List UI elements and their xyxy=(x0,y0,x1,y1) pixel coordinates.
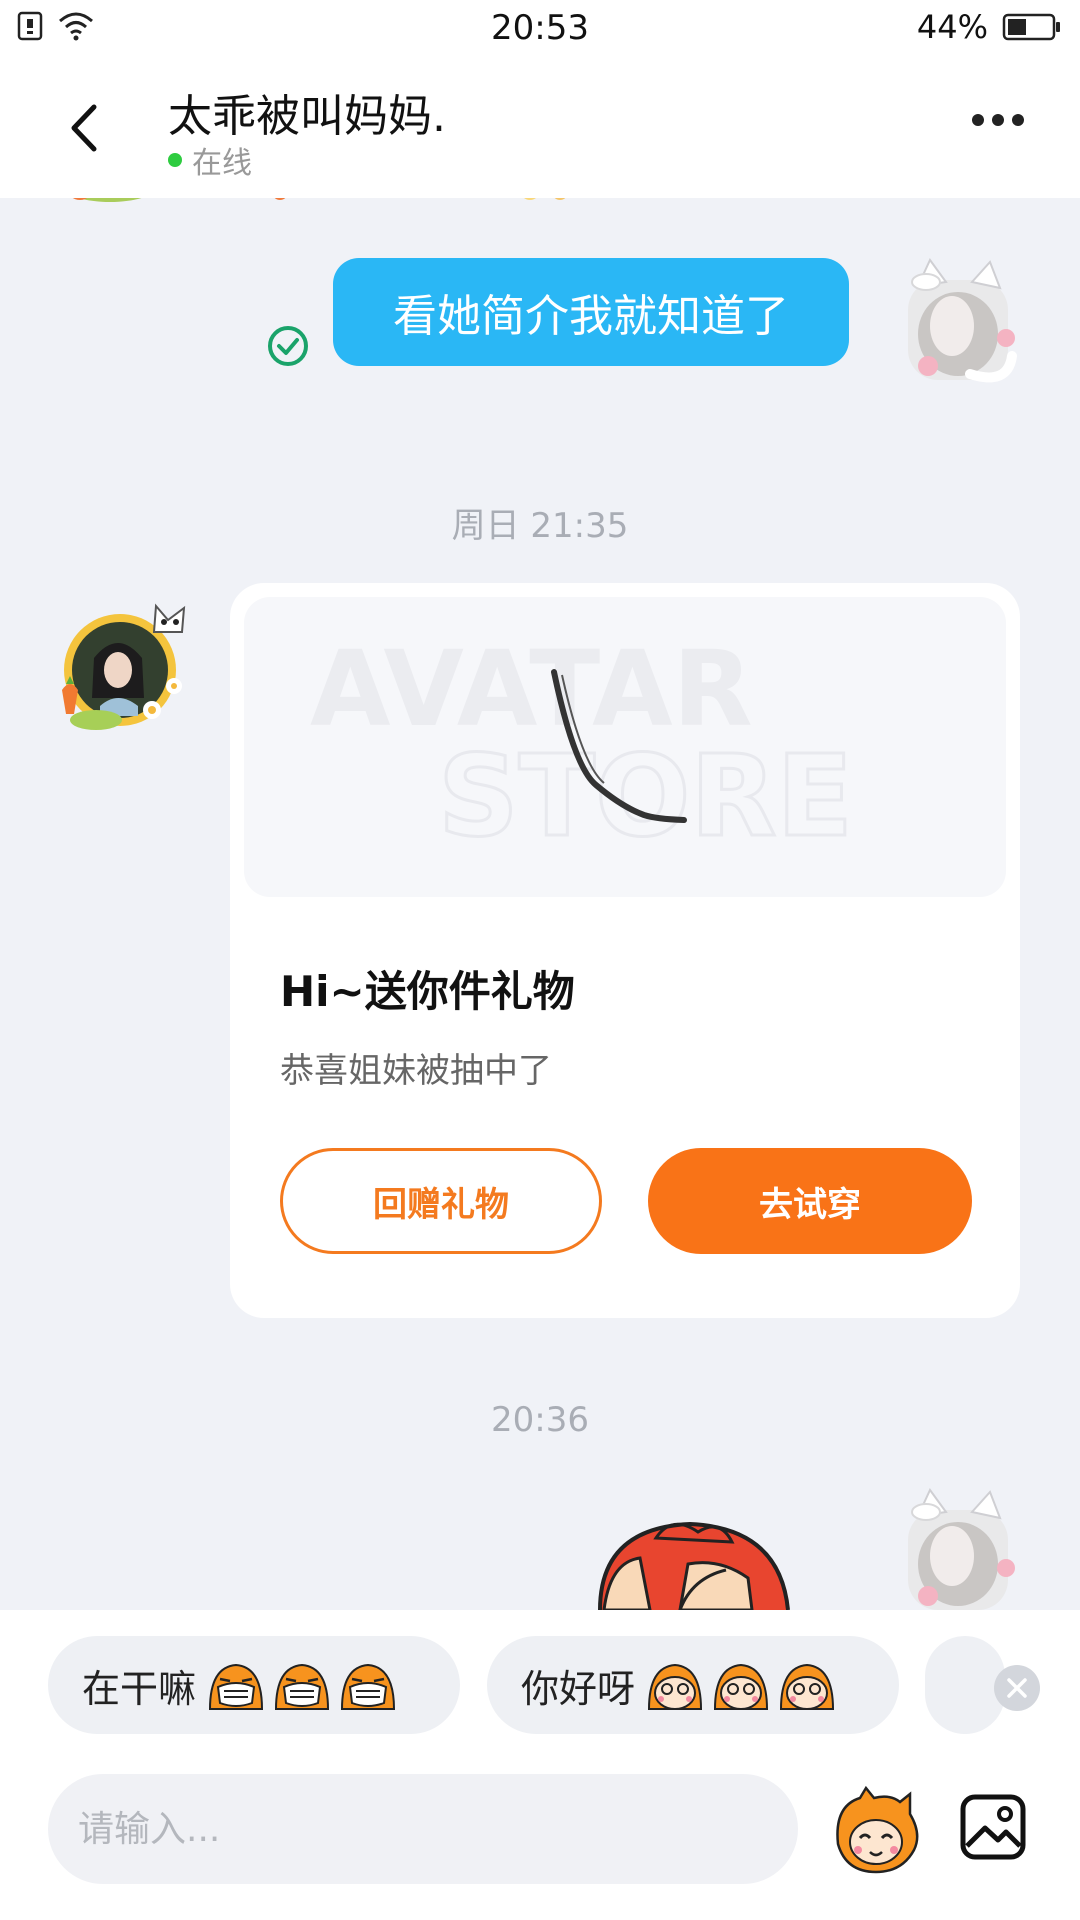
online-status: 在线 xyxy=(168,138,252,182)
read-check-icon xyxy=(266,324,310,372)
my-avatar[interactable] xyxy=(888,1486,1028,1610)
message-list[interactable]: 看她简介我就知道了 周日 21:35 AVATAR STORE Hi~送你件礼物… xyxy=(0,198,1080,1610)
try-on-button[interactable]: 去试穿 xyxy=(648,1148,972,1254)
close-icon xyxy=(1007,1678,1027,1698)
message-input[interactable] xyxy=(78,1808,798,1850)
timestamp: 20:36 xyxy=(491,1400,589,1440)
gift-image[interactable]: AVATAR STORE xyxy=(244,597,1006,897)
wave-emoji-icon xyxy=(648,1663,835,1710)
contact-avatar[interactable] xyxy=(56,598,198,740)
gift-subtitle: 恭喜姐妹被抽中了 xyxy=(280,1051,552,1091)
quick-reply-chip[interactable]: 你好呀 xyxy=(487,1636,899,1734)
bottom-panel: 在干嘛 你好呀 xyxy=(0,1610,1080,1920)
image-picker-button[interactable] xyxy=(958,1792,1028,1862)
message-input-box[interactable] xyxy=(48,1774,798,1884)
quick-reply-label: 你好呀 xyxy=(521,1666,636,1711)
grin-emoji-icon xyxy=(209,1663,396,1710)
online-status-text: 在线 xyxy=(192,146,252,181)
status-bar: 20:53 44% xyxy=(0,0,1080,58)
emoji-button[interactable] xyxy=(830,1784,922,1876)
back-icon xyxy=(71,104,97,152)
sent-message-bubble[interactable]: 看她简介我就知道了 xyxy=(333,258,849,366)
return-gift-button[interactable]: 回赠礼物 xyxy=(280,1148,602,1254)
close-quick-replies-button[interactable] xyxy=(994,1665,1040,1711)
emoji-icon xyxy=(836,1785,919,1874)
back-button[interactable] xyxy=(58,98,108,158)
watermark-store: STORE xyxy=(438,732,853,862)
gift-title: Hi~送你件礼物 xyxy=(280,967,575,1016)
contact-name: 太乖被叫妈妈. xyxy=(168,91,446,142)
cut-off-avatar-decoration xyxy=(72,198,566,202)
quick-reply-label: 在干嘛 xyxy=(82,1666,197,1711)
online-dot xyxy=(168,153,182,167)
more-icon xyxy=(972,114,984,126)
quick-reply-chip[interactable] xyxy=(925,1636,1005,1734)
gift-card[interactable]: AVATAR STORE Hi~送你件礼物 恭喜姐妹被抽中了 回赠礼物 去试穿 xyxy=(230,583,1020,1318)
more-button[interactable] xyxy=(972,114,1024,126)
battery-icon xyxy=(1002,13,1060,41)
chat-header: 太乖被叫妈妈. 在线 xyxy=(0,58,1080,198)
timestamp: 周日 21:35 xyxy=(451,506,629,546)
battery-percent: 44% xyxy=(916,8,988,46)
my-avatar[interactable] xyxy=(888,256,1028,396)
quick-reply-chip[interactable]: 在干嘛 xyxy=(48,1636,460,1734)
sticker-message[interactable] xyxy=(580,1498,810,1610)
status-icons-right: 44% xyxy=(917,8,1062,46)
image-icon xyxy=(960,1794,1026,1860)
